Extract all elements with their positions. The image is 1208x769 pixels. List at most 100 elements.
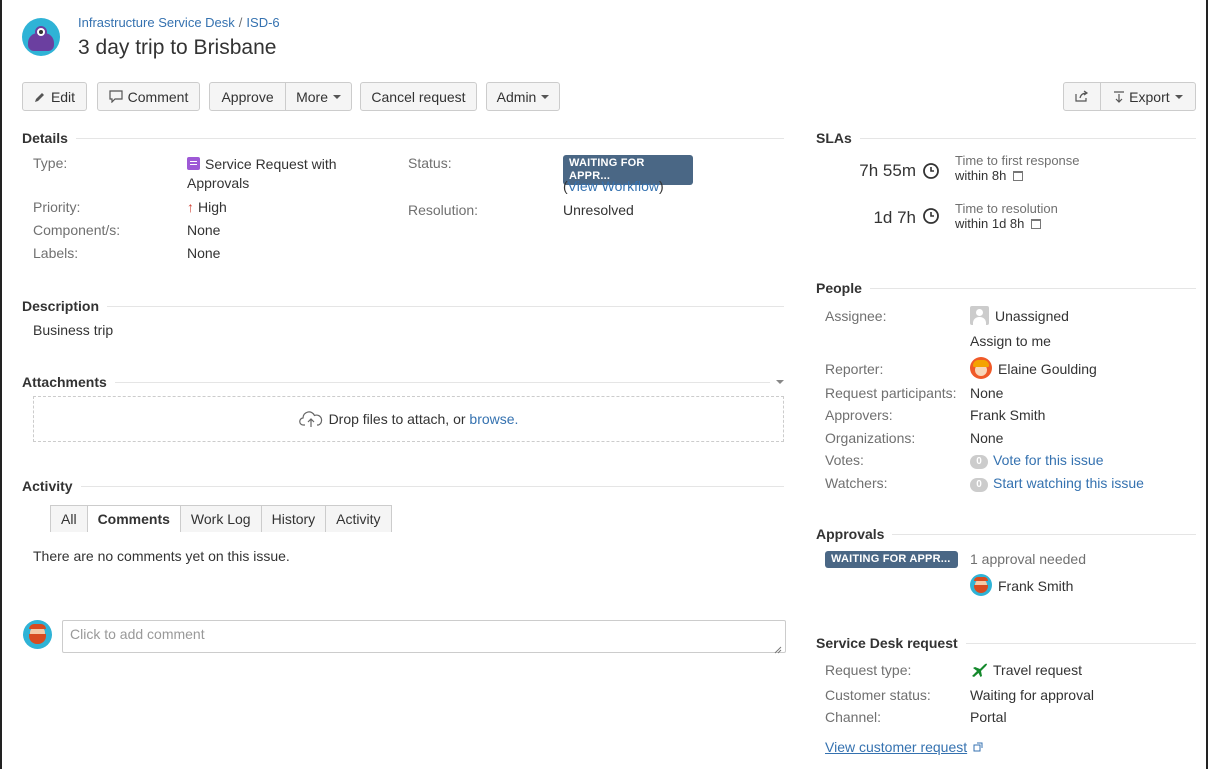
view-workflow-link[interactable]: View Workflow bbox=[568, 178, 659, 194]
project-avatar[interactable] bbox=[22, 18, 60, 56]
service-desk-heading[interactable]: Service Desk request bbox=[816, 635, 1196, 651]
channel-value: Portal bbox=[970, 709, 1007, 725]
tab-activity[interactable]: Activity bbox=[325, 505, 392, 532]
organizations-label: Organizations: bbox=[825, 430, 916, 446]
calendar-icon bbox=[1012, 171, 1023, 181]
activity-tabs: All Comments Work Log History Activity bbox=[50, 505, 392, 532]
breadcrumb-issue-key[interactable]: ISD-6 bbox=[246, 15, 279, 30]
approvers-value[interactable]: Frank Smith bbox=[970, 407, 1045, 423]
participants-label: Request participants: bbox=[825, 385, 957, 401]
approval-approver[interactable]: Frank Smith bbox=[970, 574, 1073, 596]
attachments-heading[interactable]: Attachments bbox=[22, 374, 784, 390]
issue-toolbar: Edit Comment Approve More Cancel request… bbox=[22, 82, 1196, 112]
approve-button[interactable]: Approve bbox=[210, 83, 285, 110]
participants-value: None bbox=[970, 385, 1004, 401]
clock-icon bbox=[922, 162, 940, 183]
type-label: Type: bbox=[33, 155, 68, 171]
add-comment-field[interactable]: Click to add comment bbox=[62, 620, 786, 654]
page-title[interactable]: 3 day trip to Brisbane bbox=[78, 35, 280, 61]
customer-status-label: Customer status: bbox=[825, 687, 931, 703]
export-dropdown[interactable]: Export bbox=[1099, 83, 1195, 110]
edit-button[interactable]: Edit bbox=[22, 82, 87, 111]
external-link-icon bbox=[973, 742, 983, 752]
assign-to-me-link[interactable]: Assign to me bbox=[970, 333, 1051, 349]
sla-first-response-time: 7h 55m bbox=[859, 161, 916, 180]
customer-status-value: Waiting for approval bbox=[970, 687, 1094, 703]
type-value: Service Request with Approvals bbox=[187, 156, 337, 191]
description-text[interactable]: Business trip bbox=[33, 322, 113, 338]
watchers-count-badge: 0 bbox=[970, 478, 988, 492]
more-dropdown[interactable]: More bbox=[285, 83, 351, 110]
chevron-down-icon bbox=[541, 94, 550, 99]
approver-avatar bbox=[970, 574, 992, 596]
current-user-avatar bbox=[23, 620, 52, 649]
view-customer-request[interactable]: View customer request bbox=[825, 739, 983, 755]
share-icon bbox=[1075, 89, 1089, 105]
details-heading[interactable]: Details bbox=[22, 130, 784, 146]
sla-resolution-time: 1d 7h bbox=[873, 208, 916, 227]
view-customer-request-link[interactable]: View customer request bbox=[825, 739, 967, 755]
approval-needed: 1 approval needed bbox=[970, 551, 1086, 567]
vote-link[interactable]: Vote for this issue bbox=[993, 452, 1104, 468]
export-icon bbox=[1113, 90, 1125, 103]
pencil-icon bbox=[34, 91, 46, 103]
sla-resolution-desc: Time to resolution within 1d 8h bbox=[955, 201, 1058, 231]
priority-label: Priority: bbox=[33, 199, 81, 215]
votes-count-badge: 0 bbox=[970, 455, 988, 469]
activity-heading[interactable]: Activity bbox=[22, 478, 784, 494]
attachment-dropzone[interactable]: Drop files to attach, or browse. bbox=[33, 396, 784, 442]
tab-comments[interactable]: Comments bbox=[86, 505, 181, 532]
breadcrumb: Infrastructure Service Desk / ISD-6 bbox=[78, 15, 280, 31]
organizations-value: None bbox=[970, 430, 1004, 446]
people-heading[interactable]: People bbox=[816, 280, 1196, 296]
cancel-request-button[interactable]: Cancel request bbox=[360, 82, 477, 111]
approvers-label: Approvers: bbox=[825, 407, 893, 423]
service-request-icon bbox=[187, 157, 200, 170]
reporter-label: Reporter: bbox=[825, 361, 884, 377]
slas-heading[interactable]: SLAs bbox=[816, 130, 1196, 146]
votes-value: 0 Vote for this issue bbox=[970, 452, 1104, 469]
breadcrumb-project[interactable]: Infrastructure Service Desk bbox=[78, 15, 235, 30]
channel-label: Channel: bbox=[825, 709, 882, 725]
clock-icon bbox=[922, 207, 940, 228]
watchers-label: Watchers: bbox=[825, 475, 888, 491]
status-label: Status: bbox=[408, 155, 452, 171]
share-export-group: Export bbox=[1063, 82, 1196, 111]
tab-work-log[interactable]: Work Log bbox=[179, 505, 262, 532]
unassigned-avatar-icon bbox=[970, 306, 989, 325]
description-heading[interactable]: Description bbox=[22, 298, 784, 314]
admin-dropdown[interactable]: Admin bbox=[486, 82, 560, 111]
resolution-value: Unresolved bbox=[563, 202, 634, 218]
airplane-icon bbox=[970, 662, 988, 678]
issue-header: Infrastructure Service Desk / ISD-6 3 day … bbox=[22, 14, 280, 64]
assignee-label: Assignee: bbox=[825, 308, 887, 324]
tab-history[interactable]: History bbox=[260, 505, 327, 532]
breadcrumb-separator: / bbox=[238, 15, 243, 30]
comment-icon bbox=[109, 90, 123, 103]
view-workflow: (View Workflow) bbox=[563, 178, 664, 194]
browse-link[interactable]: browse. bbox=[469, 411, 518, 427]
chevron-down-icon[interactable] bbox=[776, 380, 784, 384]
tab-all[interactable]: All bbox=[50, 505, 88, 532]
cloud-upload-icon bbox=[298, 410, 323, 428]
arrow-up-icon: ↑ bbox=[187, 199, 194, 215]
share-button[interactable] bbox=[1064, 83, 1100, 110]
components-value: None bbox=[187, 222, 221, 238]
calendar-icon bbox=[1031, 219, 1042, 229]
start-watching-link[interactable]: Start watching this issue bbox=[993, 475, 1144, 491]
chevron-down-icon bbox=[333, 94, 341, 99]
comment-button[interactable]: Comment bbox=[97, 82, 200, 111]
reporter-value[interactable]: Elaine Goulding bbox=[970, 357, 1097, 379]
priority-value: ↑ High bbox=[187, 199, 227, 215]
resize-handle-icon[interactable] bbox=[774, 641, 782, 654]
components-label: Component/s: bbox=[33, 222, 121, 238]
sla-first-response-desc: Time to first response within 8h bbox=[955, 153, 1080, 183]
no-comments-text: There are no comments yet on this issue. bbox=[33, 548, 290, 564]
approval-status-lozenge: WAITING FOR APPR... bbox=[825, 551, 958, 568]
labels-label: Labels: bbox=[33, 245, 79, 261]
watchers-value: 0 Start watching this issue bbox=[970, 475, 1144, 492]
labels-value: None bbox=[187, 245, 221, 261]
approvals-heading[interactable]: Approvals bbox=[816, 526, 1196, 542]
request-type-value: Travel request bbox=[970, 662, 1082, 678]
resolution-label: Resolution: bbox=[408, 202, 479, 218]
